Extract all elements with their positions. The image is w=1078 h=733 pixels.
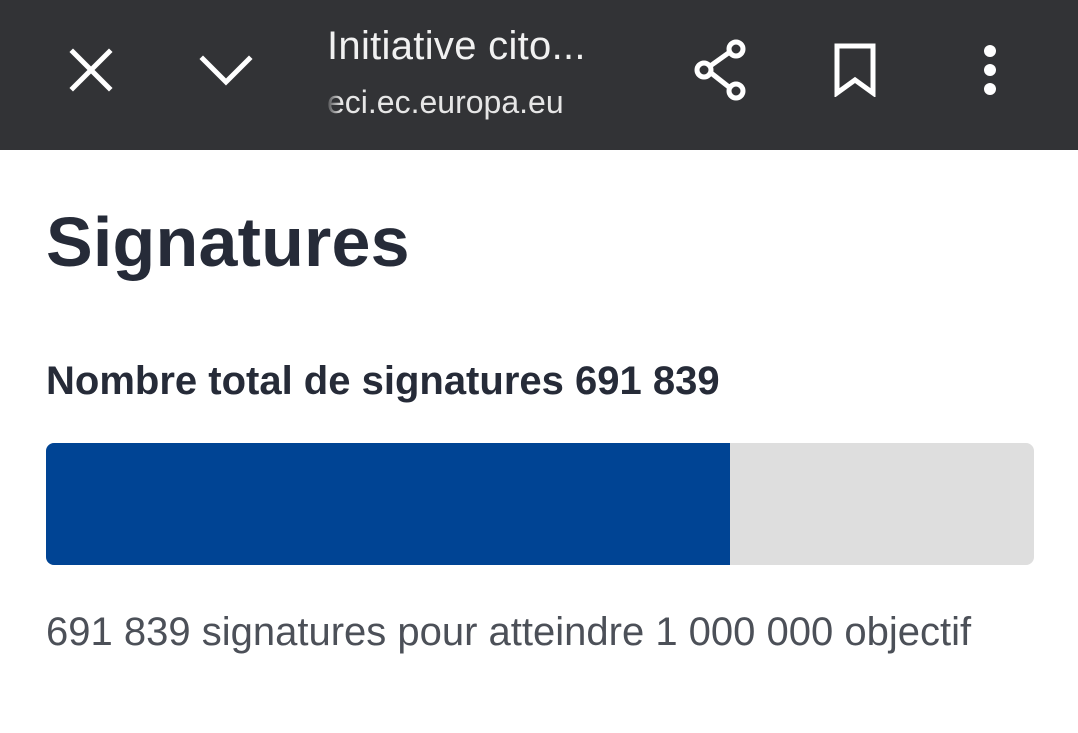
page-url: eci.ec.europa.eu	[327, 84, 564, 120]
share-icon	[694, 39, 746, 101]
more-options-button[interactable]	[945, 25, 1035, 115]
total-signatures-value: 691 839	[575, 359, 720, 403]
bookmark-button[interactable]	[810, 25, 900, 115]
total-signatures-line: Nombre total de signatures 691 839	[46, 359, 720, 404]
progress-caption: 691 839 signatures pour atteindre 1 000 …	[46, 610, 972, 654]
share-button[interactable]	[676, 25, 766, 115]
close-button[interactable]	[46, 25, 136, 115]
close-icon	[69, 48, 113, 92]
chevron-down-icon	[199, 55, 253, 86]
section-heading: Signatures	[46, 203, 410, 281]
browser-toolbar: Initiative cito... eci.ec.europa.eu	[0, 0, 1078, 150]
page-title: Initiative cito...	[327, 24, 586, 68]
collapse-button[interactable]	[181, 25, 271, 115]
signature-progress-fill	[46, 443, 730, 565]
more-vertical-icon	[984, 45, 996, 95]
bookmark-icon	[834, 43, 876, 97]
signature-progress-bar	[46, 443, 1034, 565]
total-signatures-label: Nombre total de signatures	[46, 359, 564, 403]
page-title-block[interactable]: Initiative cito... eci.ec.europa.eu	[327, 20, 657, 130]
page-content: Signatures Nombre total de signatures 69…	[0, 150, 1078, 733]
